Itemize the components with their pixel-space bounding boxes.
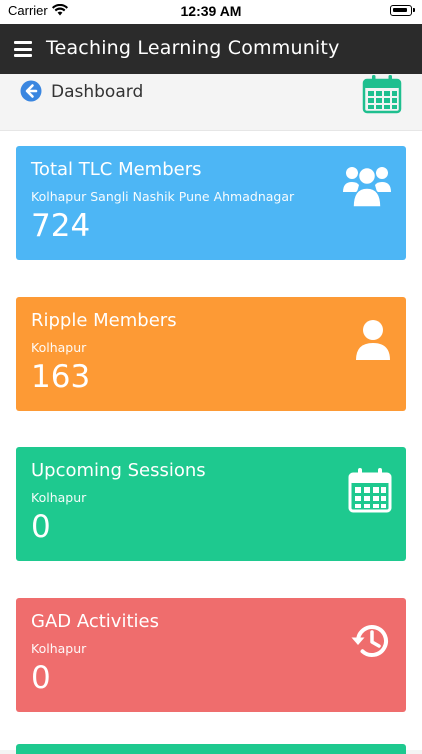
card-title: Ripple Members (31, 310, 177, 331)
card-count: 0 (31, 509, 51, 545)
status-bar: Carrier 12:39 AM (0, 0, 422, 24)
clock: 12:39 AM (180, 3, 242, 19)
card-subtitle: Kolhapur (31, 641, 87, 656)
next-card-peek (16, 744, 406, 754)
back-arrow-circle-icon[interactable] (20, 80, 42, 102)
card-title: Upcoming Sessions (31, 460, 206, 481)
calendar-icon (348, 467, 392, 517)
history-icon (350, 620, 392, 666)
card-subtitle: Kolhapur (31, 340, 87, 355)
hamburger-menu-icon[interactable] (14, 41, 32, 57)
card-title: Total TLC Members (31, 159, 202, 180)
dashboard-header: Dashboard (0, 74, 422, 131)
battery-icon (390, 5, 415, 16)
card-count: 724 (31, 208, 91, 244)
card-count: 163 (31, 359, 91, 395)
card-title: GAD Activities (31, 611, 159, 632)
calendar-icon[interactable] (362, 74, 402, 114)
user-icon (356, 319, 390, 365)
card-subtitle: Kolhapur (31, 490, 87, 505)
app-bar: Teaching Learning Community (0, 24, 422, 74)
card-gad-activities[interactable]: GAD Activities Kolhapur 0 (16, 598, 406, 712)
card-count: 0 (31, 660, 51, 696)
card-subtitle: Kolhapur Sangli Nashik Pune Ahmadnagar (31, 189, 295, 204)
card-ripple-members[interactable]: Ripple Members Kolhapur 163 (16, 297, 406, 411)
users-group-icon (342, 162, 392, 214)
app-title: Teaching Learning Community (46, 37, 340, 59)
card-upcoming-sessions[interactable]: Upcoming Sessions Kolhapur 0 (16, 447, 406, 561)
page-title: Dashboard (51, 82, 144, 102)
card-total-tlc-members[interactable]: Total TLC Members Kolhapur Sangli Nashik… (16, 146, 406, 260)
